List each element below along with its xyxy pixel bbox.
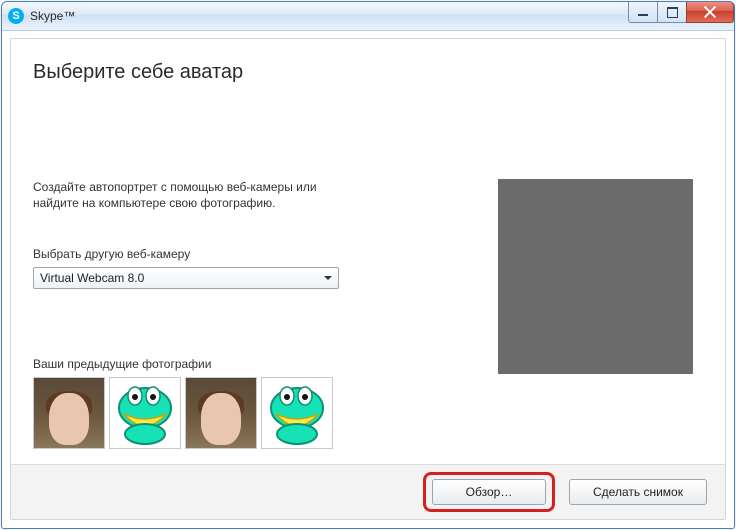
skype-avatar-dialog: S Skype™ Выберите себе аватар Создайте а… <box>1 1 735 529</box>
webcam-preview <box>498 179 693 374</box>
dialog-footer: Обзор… Сделать снимок <box>11 464 725 519</box>
skype-icon: S <box>8 8 24 24</box>
take-snapshot-button[interactable]: Сделать снимок <box>569 479 707 505</box>
webcam-label: Выбрать другую веб-камеру <box>33 247 190 261</box>
instructions-text: Создайте автопортрет с помощью веб-камер… <box>33 179 333 211</box>
minimize-button[interactable] <box>628 2 658 23</box>
avatar-thumbnail[interactable] <box>261 377 333 449</box>
browse-button[interactable]: Обзор… <box>432 479 546 505</box>
avatar-thumbnail[interactable] <box>109 377 181 449</box>
tutorial-highlight: Обзор… <box>423 472 555 512</box>
avatar-thumbnail[interactable] <box>33 377 105 449</box>
previous-photos-row <box>33 377 333 449</box>
page-heading: Выберите себе аватар <box>33 61 243 84</box>
webcam-select-value: Virtual Webcam 8.0 <box>40 271 144 285</box>
window-controls <box>629 2 734 22</box>
close-icon <box>704 6 716 18</box>
maximize-button[interactable] <box>657 2 687 23</box>
avatar-thumbnail[interactable] <box>185 377 257 449</box>
titlebar[interactable]: S Skype™ <box>2 2 734 31</box>
window-title: Skype™ <box>30 9 75 23</box>
previous-photos-label: Ваши предыдущие фотографии <box>33 357 211 371</box>
close-button[interactable] <box>686 2 734 23</box>
chevron-down-icon <box>324 276 332 280</box>
client-area: Выберите себе аватар Создайте автопортре… <box>10 38 726 520</box>
webcam-select[interactable]: Virtual Webcam 8.0 <box>33 267 339 289</box>
